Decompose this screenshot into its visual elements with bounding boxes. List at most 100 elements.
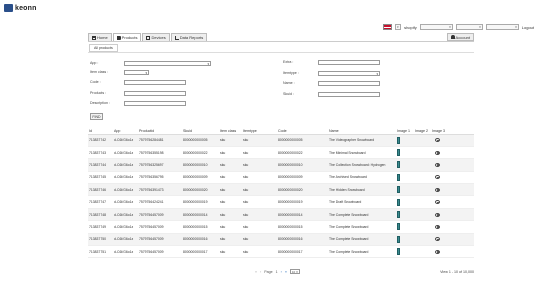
products-input[interactable] — [124, 91, 186, 96]
cell-code: 8000000000020 — [277, 183, 328, 197]
view-eye-icon[interactable] — [435, 138, 440, 143]
view-eye-icon[interactable] — [435, 212, 440, 217]
cell-name: The Hidden Snowboard — [328, 183, 396, 197]
cell-image-3 — [431, 134, 474, 147]
cell-skuid: 8000000000022 — [182, 146, 219, 160]
cell-app: d-C6I/G6o1z — [113, 158, 138, 172]
itemtype-select[interactable]: ▾ — [318, 71, 380, 76]
products-label: Products : — [90, 91, 107, 95]
snowboard-thumbnail[interactable] — [397, 198, 400, 206]
snowboard-thumbnail[interactable] — [397, 149, 400, 157]
cell-app: d-C6I/G6o1z — [113, 183, 138, 197]
tab-products[interactable]: Products — [112, 33, 142, 41]
table-row[interactable]: 713837745 d-C6I/G6o1z 7579756356795 8000000… — [88, 171, 474, 185]
name-input[interactable] — [318, 81, 380, 86]
cell-app: d-C6I/G6o1z — [113, 195, 138, 209]
table-row[interactable]: 713837750 d-C6I/G6o1z 7579756457009 8000000… — [88, 233, 474, 247]
tab-home[interactable]: Home — [88, 33, 112, 41]
cell-image-1 — [396, 171, 414, 185]
cell-itemtype: sku — [242, 158, 277, 172]
find-button[interactable]: FIND — [90, 113, 103, 120]
view-eye-icon[interactable] — [435, 187, 440, 192]
view-eye-icon[interactable] — [435, 237, 440, 242]
cell-image-1 — [396, 195, 414, 209]
skuid-input[interactable] — [318, 92, 380, 97]
cell-image-1 — [396, 134, 414, 147]
cell-itemtype: sku — [242, 233, 277, 247]
cell-image-3 — [431, 208, 474, 222]
cell-itemtype: sku — [242, 183, 277, 197]
cell-code: 8000000000022 — [277, 146, 328, 160]
tab-all-products[interactable]: All products — [89, 44, 118, 52]
snowboard-thumbnail[interactable] — [397, 211, 400, 219]
cell-image-3 — [431, 171, 474, 185]
cell-item-class: sku — [219, 233, 242, 247]
view-eye-icon[interactable] — [435, 200, 440, 205]
cell-image-2 — [414, 233, 431, 247]
cell-app: d-C6I/G6o1z — [113, 208, 138, 222]
view-eye-icon[interactable] — [435, 162, 440, 167]
view-eye-icon[interactable] — [435, 150, 440, 155]
tab-devices[interactable]: Devices — [142, 33, 170, 41]
location-select[interactable]: ▾ — [485, 24, 519, 30]
tab-data-reports[interactable]: Data Reports — [170, 33, 208, 41]
table-row[interactable]: 713837743 d-C6I/G6o1z 7579756355198 8000000… — [88, 146, 474, 160]
cell-image-3 — [431, 183, 474, 197]
uk-flag-icon[interactable] — [383, 24, 393, 30]
view-eye-icon[interactable] — [435, 224, 440, 229]
brand-logo: keonn — [4, 4, 37, 12]
extra-input[interactable] — [318, 60, 380, 65]
cell-image-2 — [414, 220, 431, 234]
snowboard-thumbnail[interactable] — [397, 235, 400, 243]
store-select[interactable]: ▾ — [419, 24, 453, 30]
snowboard-thumbnail[interactable] — [397, 248, 400, 256]
language-select[interactable]: ▾ — [395, 24, 402, 30]
first-page-button[interactable]: « — [255, 270, 257, 274]
snowboard-thumbnail[interactable] — [397, 161, 400, 169]
code-input[interactable] — [124, 80, 186, 85]
products-table: Id App Productid Skuid Item class Itemty… — [88, 128, 474, 259]
last-page-button[interactable]: » — [285, 270, 287, 274]
table-row[interactable]: 713837749 d-C6I/G6o1z 7579756457009 8000000… — [88, 220, 474, 234]
view-eye-icon[interactable] — [435, 249, 440, 254]
snowboard-thumbnail[interactable] — [397, 186, 400, 194]
cell-item-class: sku — [219, 195, 242, 209]
cell-name: The Archived Snowboard — [328, 171, 396, 185]
cell-item-class: sku — [219, 220, 242, 234]
cell-image-2 — [414, 183, 431, 197]
skuid-label: Skuid : — [283, 92, 294, 96]
store-label: shopify — [404, 24, 417, 30]
current-page[interactable]: 1 — [276, 270, 278, 274]
itemtype-label: Itemtype : — [283, 71, 299, 75]
cell-image-1 — [396, 233, 414, 247]
item-class-select[interactable]: ▾ — [124, 70, 149, 75]
cell-image-1 — [396, 208, 414, 222]
cell-productid: 7579756325697 — [138, 158, 182, 172]
logout-link[interactable]: Logout — [522, 25, 534, 30]
table-row[interactable]: 713837748 d-C6I/G6o1z 7579756457009 8000000… — [88, 208, 474, 222]
snowboard-thumbnail[interactable] — [397, 136, 400, 144]
cell-itemtype: sku — [242, 171, 277, 185]
table-row[interactable]: 713837747 d-C6I/G6o1z 7579756424241 8000000… — [88, 195, 474, 209]
cell-id: 713837743 — [88, 146, 113, 160]
app-select[interactable]: ▾ — [124, 61, 211, 66]
view-eye-icon[interactable] — [435, 175, 440, 180]
snowboard-thumbnail[interactable] — [397, 173, 400, 181]
table-row[interactable]: 713837751 d-C6I/G6o1z 7579756457009 8000000… — [88, 245, 474, 259]
group-select[interactable]: ▾ — [455, 24, 483, 30]
snowboard-thumbnail[interactable] — [397, 223, 400, 231]
table-row[interactable]: 713837744 d-C6I/G6o1z 7579756325697 8000000… — [88, 158, 474, 172]
cell-productid: 7579756284481 — [138, 134, 182, 147]
table-row[interactable]: 713837742 d-C6I/G6o1z 7579756284481 8000000… — [88, 134, 474, 147]
description-input[interactable] — [124, 101, 186, 106]
cell-id: 713837747 — [88, 195, 113, 209]
table-row[interactable]: 713837746 d-C6I/G6o1z 7579756391473 8000000… — [88, 183, 474, 197]
cell-id: 713837748 — [88, 208, 113, 222]
extra-label: Extra : — [283, 60, 294, 64]
next-page-button[interactable]: › — [281, 270, 282, 274]
account-button[interactable]: Account — [446, 33, 474, 41]
page-size-select[interactable]: 10 ▾ — [289, 269, 300, 274]
code-label: Code : — [90, 80, 101, 84]
cell-item-class: sku — [219, 183, 242, 197]
prev-page-button[interactable]: ‹ — [260, 270, 261, 274]
